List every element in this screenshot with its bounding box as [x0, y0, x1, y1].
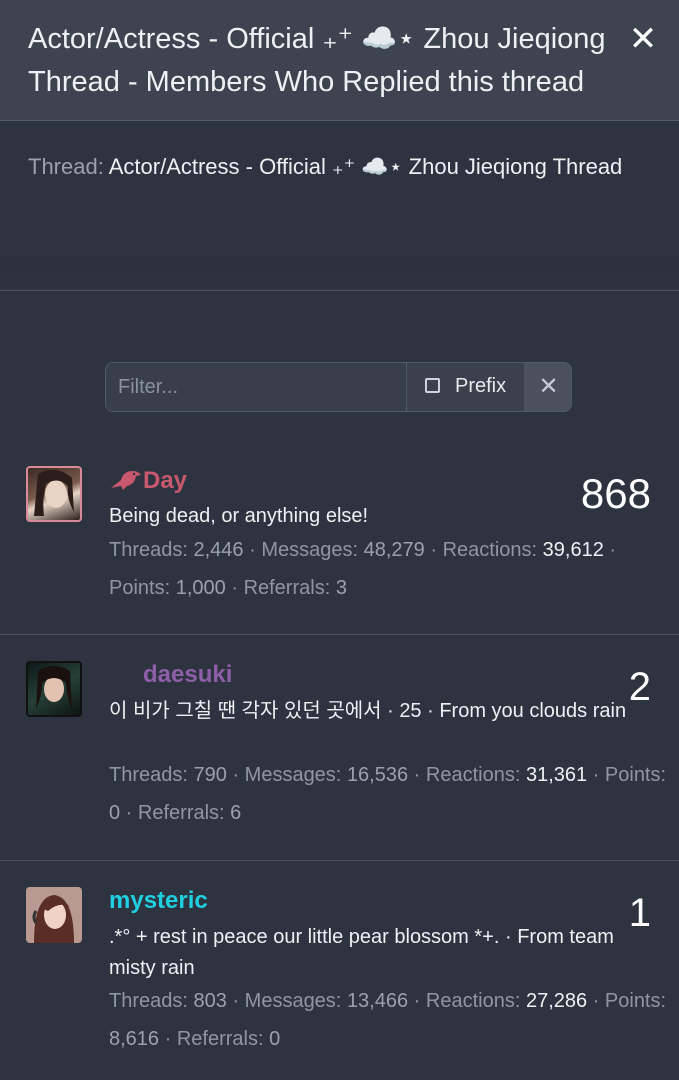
stat-referrals: 3 — [335, 577, 347, 599]
user-title: Being dead, or anything else! — [109, 505, 369, 527]
thread-info — [0, 121, 679, 256]
stat-label: Reactions: — [425, 764, 521, 786]
reply-count: 2 — [628, 665, 651, 709]
prefix-label: Prefix — [455, 375, 507, 397]
stat-points: 0 — [109, 802, 121, 824]
user-title: .*° + rest in peace our little pear blos… — [109, 926, 614, 979]
stat-label: Referrals: — [243, 577, 331, 599]
bird-icon — [111, 471, 141, 490]
user-stats: Threads: 803 · Messages: 13,466 · Reacti… — [109, 990, 667, 1050]
avatar[interactable] — [26, 661, 82, 717]
reply-count: 1 — [628, 891, 651, 935]
stat-label: Messages: — [244, 764, 342, 786]
stat-referrals: 0 — [269, 1028, 281, 1050]
stat-messages: 48,279 — [363, 539, 425, 561]
stat-messages: 13,466 — [346, 990, 409, 1012]
stat-threads: 2,446 — [193, 539, 244, 561]
thread-info-text: Thread: Actor/Actress - Official ₊⁺ ☁️⋆ … — [28, 147, 628, 187]
stat-label: Threads: — [109, 539, 188, 561]
stat-label: Messages: — [244, 990, 342, 1012]
prefix-toggle[interactable]: Prefix — [406, 363, 524, 411]
stat-label: Points: — [109, 577, 171, 599]
username-link[interactable]: mysteric — [109, 887, 208, 915]
stat-label: Threads: — [109, 990, 188, 1012]
filter-input[interactable] — [106, 363, 406, 411]
stat-reactions: 31,361 — [525, 764, 588, 786]
thread-label: Thread: — [28, 154, 104, 179]
user-stats: Threads: 790 · Messages: 16,536 · Reacti… — [109, 764, 667, 824]
list-item: mysteric 1 .*° + rest in peace our littl… — [0, 861, 679, 1080]
stat-reactions: 27,286 — [525, 990, 588, 1012]
filter-bar: Prefix ✕ — [105, 362, 572, 412]
user-title: 이 비가 그칠 땐 각자 있던 곳에서 · 25 · From you clou… — [109, 700, 627, 722]
stat-referrals: 6 — [230, 802, 242, 824]
username: mysteric — [109, 887, 208, 914]
divider — [0, 256, 679, 291]
clear-filter-button[interactable]: ✕ — [524, 363, 571, 411]
stat-points: 8,616 — [109, 1028, 160, 1050]
username: Day — [143, 467, 188, 494]
stat-label: Referrals: — [176, 1028, 264, 1050]
list-item: Day 868 Being dead, or anything else! Th… — [0, 440, 679, 635]
username: daesuki — [143, 661, 233, 688]
prefix-checkbox[interactable] — [425, 378, 440, 393]
stat-label: Messages: — [261, 539, 359, 561]
list-item: daesuki 2 이 비가 그칠 땐 각자 있던 곳에서 · 25 · Fro… — [0, 635, 679, 861]
avatar[interactable] — [26, 887, 82, 943]
stat-label: Reactions: — [425, 990, 521, 1012]
stat-label: Reactions: — [442, 539, 538, 561]
stat-label: Referrals: — [137, 802, 225, 824]
stat-reactions: 39,612 — [542, 539, 604, 561]
stat-label: Threads: — [109, 764, 188, 786]
stat-label: Points: — [604, 764, 667, 786]
modal-header: Actor/Actress - Official ₊⁺ ☁️⋆ Zhou Jie… — [0, 0, 679, 121]
username-link[interactable]: Day — [109, 466, 187, 495]
modal-title: Actor/Actress - Official ₊⁺ ☁️⋆ Zhou Jie… — [28, 23, 606, 98]
thread-link[interactable]: Actor/Actress - Official ₊⁺ ☁️⋆ Zhou Jie… — [109, 154, 623, 179]
user-stats: Threads: 2,446 · Messages: 48,279 · Reac… — [109, 539, 617, 599]
avatar[interactable] — [26, 466, 82, 522]
stat-points: 1,000 — [175, 577, 226, 599]
close-icon[interactable]: ✕ — [626, 22, 660, 56]
stat-threads: 790 — [193, 764, 227, 786]
username-link[interactable]: daesuki — [143, 661, 232, 689]
stat-messages: 16,536 — [346, 764, 409, 786]
stat-label: Points: — [604, 990, 667, 1012]
stat-threads: 803 — [193, 990, 227, 1012]
